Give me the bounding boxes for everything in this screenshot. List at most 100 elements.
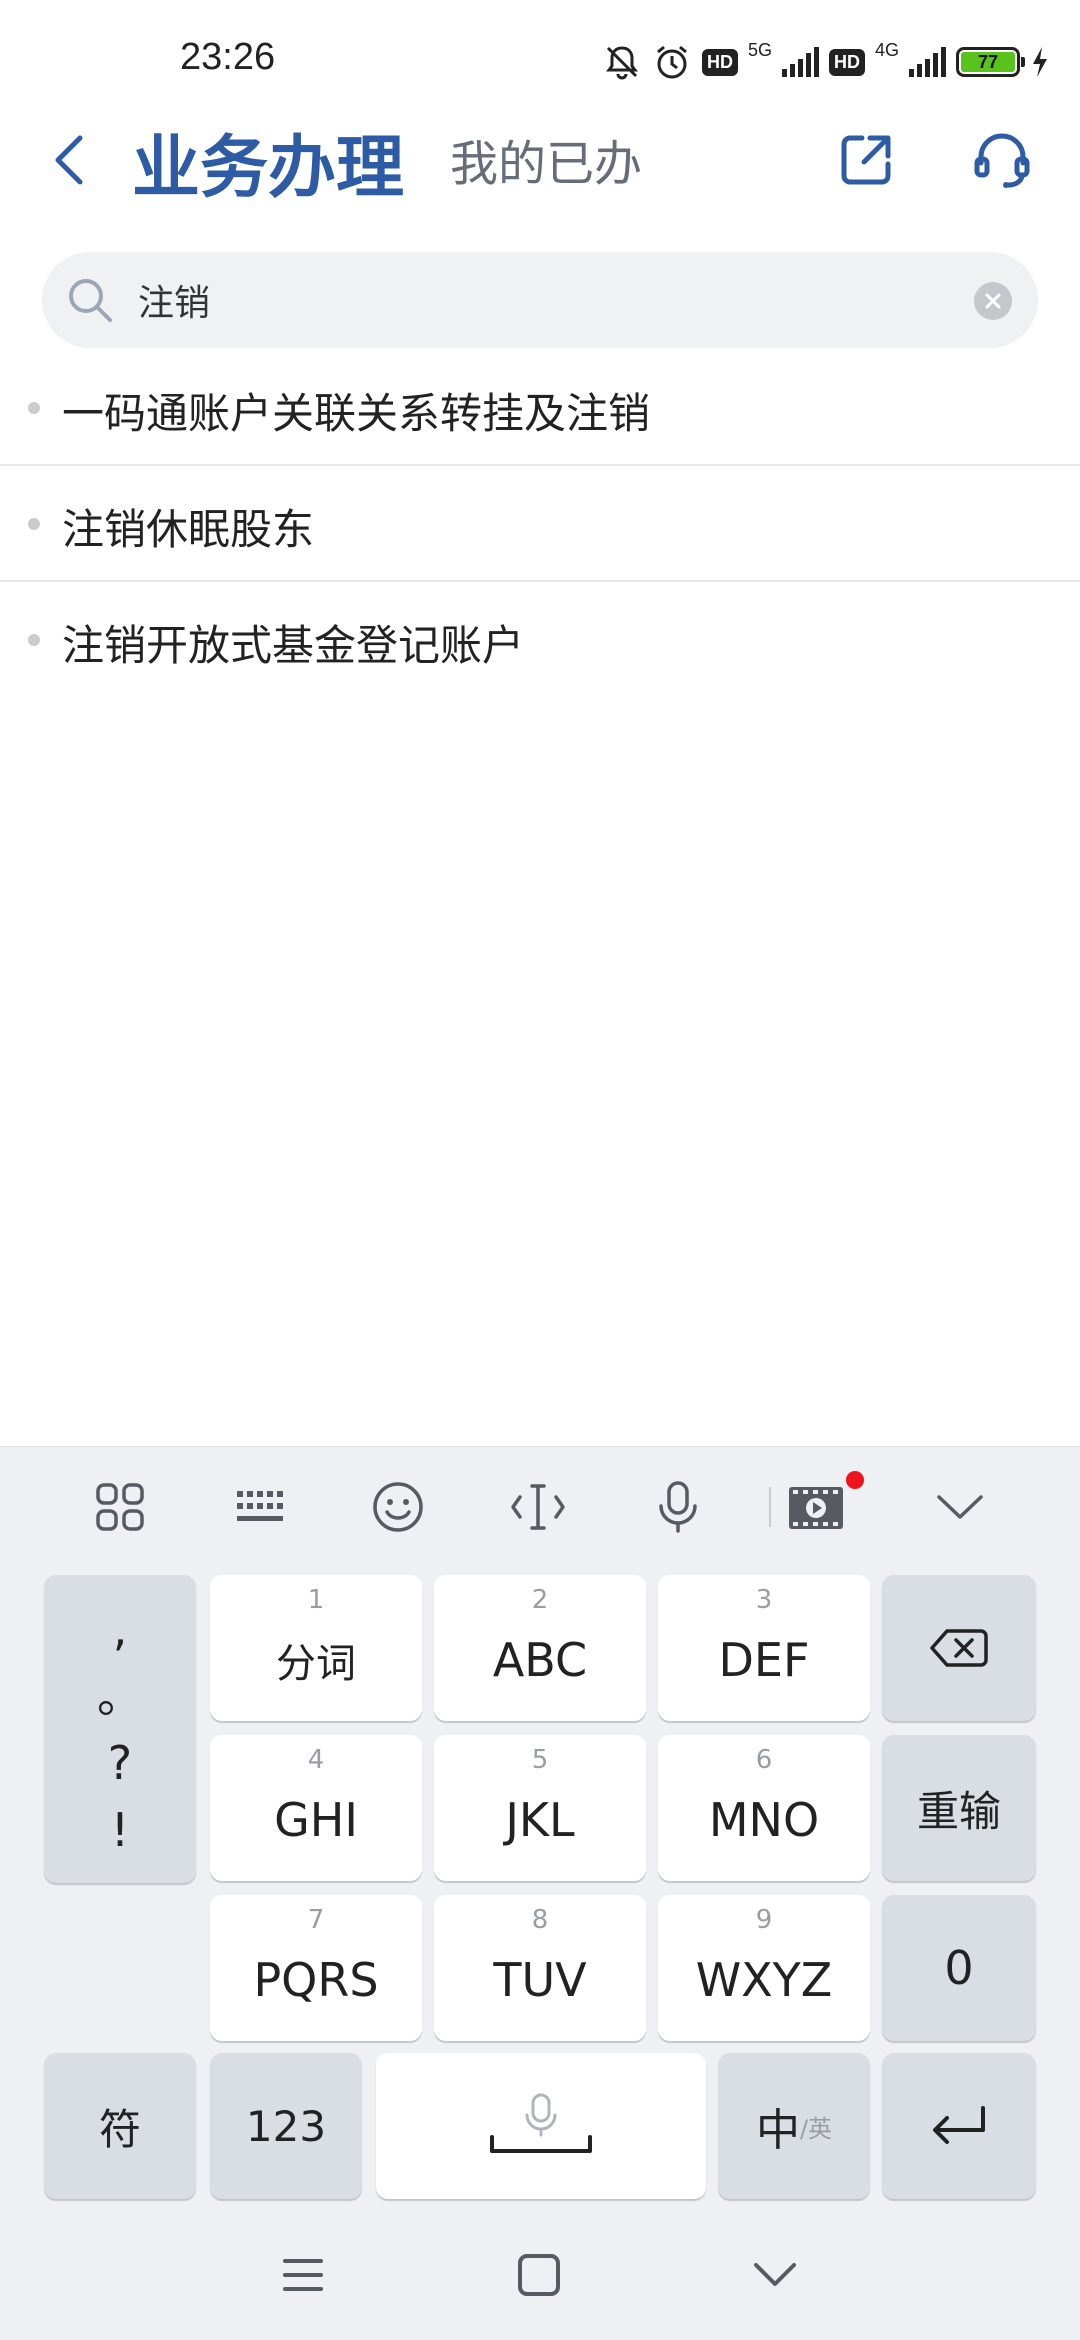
key-label: 符 bbox=[98, 2104, 141, 2154]
back-nav-button[interactable] bbox=[730, 2230, 820, 2320]
list-item-label: 注销休眠股东 bbox=[62, 505, 315, 554]
battery-level: 77 bbox=[961, 52, 1015, 72]
key-label: ABC bbox=[492, 1633, 588, 1687]
punctuation-column[interactable]: , 。 ? ! bbox=[44, 1575, 196, 1883]
battery-icon: 77 bbox=[956, 47, 1025, 77]
keyboard-icon bbox=[237, 1491, 283, 1521]
key-4[interactable]: 4 GHI bbox=[210, 1735, 422, 1881]
search-input[interactable] bbox=[138, 270, 958, 330]
punct-question-key[interactable]: ? bbox=[108, 1740, 132, 1786]
back-button[interactable] bbox=[30, 120, 110, 200]
chevron-left-icon bbox=[55, 135, 83, 185]
menu-icon bbox=[283, 2259, 323, 2291]
list-item[interactable]: 注销开放式基金登记账户 bbox=[0, 582, 1080, 698]
status-icons: HD 5G HD 4G 77 bbox=[602, 38, 1050, 86]
key-label: GHI bbox=[274, 1793, 358, 1847]
keyboard-layout-button[interactable] bbox=[228, 1475, 292, 1539]
reenter-key[interactable]: 重输 bbox=[882, 1735, 1036, 1881]
video-film-icon bbox=[789, 1487, 843, 1529]
voice-input-button[interactable] bbox=[646, 1475, 710, 1539]
alarm-icon bbox=[657, 45, 687, 79]
list-item[interactable]: 一码通账户关联关系转挂及注销 bbox=[0, 350, 1080, 466]
hide-keyboard-button[interactable] bbox=[928, 1475, 992, 1539]
home-square-icon bbox=[518, 2254, 560, 2296]
keyboard-toolbar bbox=[0, 1447, 1080, 1567]
enter-key[interactable] bbox=[882, 2053, 1036, 2199]
key-9[interactable]: 9 WXYZ bbox=[658, 1895, 870, 2041]
status-bar: 23:26 HD 5G HD 4G 77 bbox=[0, 0, 1080, 120]
customer-service-button[interactable] bbox=[962, 120, 1042, 200]
backspace-key[interactable] bbox=[882, 1575, 1036, 1721]
share-icon bbox=[841, 135, 891, 185]
ime-keyboard: , 。 ? ! 1 分词 2 ABC 3 DEF 4 GHI 5 JKL 6 M… bbox=[0, 1446, 1080, 2340]
space-key[interactable] bbox=[376, 2053, 706, 2199]
chevron-down-icon bbox=[937, 1495, 983, 1519]
key-number: 6 bbox=[755, 1745, 773, 1775]
language-switch-key[interactable]: 中/英 bbox=[718, 2053, 870, 2199]
share-button[interactable] bbox=[826, 120, 906, 200]
punct-exclaim-key[interactable]: ! bbox=[111, 1807, 129, 1853]
bullet-icon bbox=[28, 402, 40, 414]
emoji-icon bbox=[373, 1482, 423, 1532]
search-bar[interactable] bbox=[42, 252, 1038, 348]
list-item[interactable]: 注销休眠股东 bbox=[0, 466, 1080, 582]
apps-grid-button[interactable] bbox=[88, 1475, 152, 1539]
backspace-icon bbox=[930, 1629, 988, 1667]
key-label: 中 bbox=[755, 2105, 800, 2156]
hd-badge: HD bbox=[701, 48, 738, 76]
key-label: JKL bbox=[505, 1793, 575, 1847]
key-label: 分词 bbox=[276, 1641, 356, 1687]
emoji-button[interactable] bbox=[366, 1475, 430, 1539]
key-number: 1 bbox=[307, 1585, 325, 1615]
search-results-list: 一码通账户关联关系转挂及注销 注销休眠股东 注销开放式基金登记账户 bbox=[0, 350, 1080, 698]
key-number: 4 bbox=[307, 1745, 325, 1775]
headset-icon bbox=[974, 133, 1030, 188]
home-button[interactable] bbox=[494, 2230, 584, 2320]
key-label: MNO bbox=[708, 1793, 820, 1847]
signal-icon bbox=[781, 47, 819, 77]
key-label: WXYZ bbox=[695, 1953, 833, 2007]
notification-dot bbox=[846, 1471, 864, 1489]
key-number: 5 bbox=[531, 1745, 549, 1775]
signal-icon-2 bbox=[909, 47, 946, 77]
key-label: TUV bbox=[493, 1953, 587, 2007]
key-3[interactable]: 3 DEF bbox=[658, 1575, 870, 1721]
punct-period-key[interactable]: 。 bbox=[97, 1673, 143, 1719]
key-label: 123 bbox=[245, 2101, 327, 2151]
tab-my-completed[interactable]: 我的已办 bbox=[450, 124, 642, 194]
key-label: DEF bbox=[718, 1633, 810, 1687]
charging-icon bbox=[1033, 47, 1047, 77]
space-mic-icon bbox=[490, 2093, 592, 2153]
app-header: 业务办理 我的已办 bbox=[0, 110, 1080, 230]
network-5g-label: 5G bbox=[747, 39, 772, 60]
video-feature-button[interactable] bbox=[784, 1475, 848, 1539]
key-number: 2 bbox=[531, 1585, 549, 1615]
tab-business-handling[interactable]: 业务办理 bbox=[132, 112, 404, 211]
punct-comma-key[interactable]: , bbox=[113, 1606, 128, 1652]
key-7[interactable]: 7 PQRS bbox=[210, 1895, 422, 2041]
numbers-key[interactable]: 123 bbox=[210, 2053, 362, 2199]
key-number: 7 bbox=[307, 1905, 325, 1935]
key-label: 重输 bbox=[916, 1786, 1001, 1836]
key-2[interactable]: 2 ABC bbox=[434, 1575, 646, 1721]
key-label: 0 bbox=[944, 1941, 974, 1995]
symbols-key[interactable]: 符 bbox=[44, 2053, 196, 2199]
clear-search-button[interactable] bbox=[974, 282, 1012, 320]
key-5[interactable]: 5 JKL bbox=[434, 1735, 646, 1881]
key-1[interactable]: 1 分词 bbox=[210, 1575, 422, 1721]
status-time: 23:26 bbox=[180, 36, 276, 78]
cursor-edit-button[interactable] bbox=[506, 1475, 570, 1539]
menu-button[interactable] bbox=[258, 2230, 348, 2320]
key-number: 8 bbox=[531, 1905, 549, 1935]
bullet-icon bbox=[28, 518, 40, 530]
network-4g-label: 4G bbox=[874, 39, 899, 60]
close-icon bbox=[985, 293, 1001, 309]
key-number: 9 bbox=[755, 1905, 773, 1935]
key-8[interactable]: 8 TUV bbox=[434, 1895, 646, 2041]
hd-badge-2: HD bbox=[828, 48, 865, 76]
mute-bell-icon bbox=[605, 46, 638, 80]
grid-icon bbox=[96, 1483, 144, 1531]
key-6[interactable]: 6 MNO bbox=[658, 1735, 870, 1881]
key-0[interactable]: 0 bbox=[882, 1895, 1036, 2041]
system-nav-bar bbox=[0, 2210, 1080, 2340]
